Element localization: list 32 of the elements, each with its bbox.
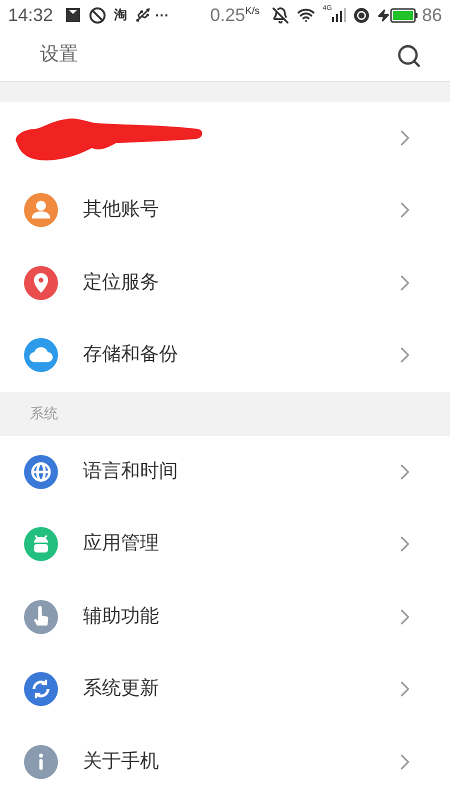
network-speed: 0.25 bbox=[210, 4, 246, 26]
item-label: 系统更新 bbox=[83, 677, 160, 701]
settings-item[interactable]: 应用管理 bbox=[0, 508, 450, 580]
speed-unit: K/s bbox=[245, 5, 260, 19]
usb-icon bbox=[135, 7, 152, 23]
settings-item[interactable]: 系统更新 bbox=[0, 653, 450, 726]
more-notifications: ··· bbox=[155, 6, 170, 24]
search-icon[interactable] bbox=[396, 42, 422, 68]
settings-item[interactable]: 存储和备份 bbox=[0, 319, 450, 392]
battery-icon bbox=[390, 8, 418, 22]
page-title: 设置 bbox=[40, 43, 78, 68]
muted-bell-icon bbox=[272, 6, 289, 24]
charging-icon bbox=[376, 8, 390, 22]
settings-item[interactable]: 关于手机 bbox=[0, 726, 450, 798]
settings-item[interactable]: 其他账号 bbox=[0, 174, 450, 246]
wifi-icon bbox=[296, 6, 315, 24]
signal-icon bbox=[332, 8, 346, 22]
blocked-icon bbox=[89, 6, 106, 24]
app-notification-glyph: 淘 bbox=[114, 6, 128, 24]
section-title: 系统 bbox=[30, 404, 58, 423]
settings-item[interactable]: 语言和时间 bbox=[0, 436, 450, 508]
item-label: 辅助功能 bbox=[83, 604, 160, 628]
item-label: 其他账号 bbox=[83, 198, 160, 222]
settings-item[interactable]: 定位服务 bbox=[0, 246, 450, 319]
battery-percent: 86 bbox=[422, 4, 442, 26]
settings-item[interactable]: 辅助功能 bbox=[0, 580, 450, 653]
item-label: 语言和时间 bbox=[83, 460, 179, 484]
item-label: 关于手机 bbox=[83, 750, 160, 774]
status-time: 14:32 bbox=[8, 4, 54, 26]
item-label: 定位服务 bbox=[83, 270, 160, 294]
item-label: 应用管理 bbox=[83, 532, 160, 556]
item-label: 存储和备份 bbox=[83, 343, 179, 367]
